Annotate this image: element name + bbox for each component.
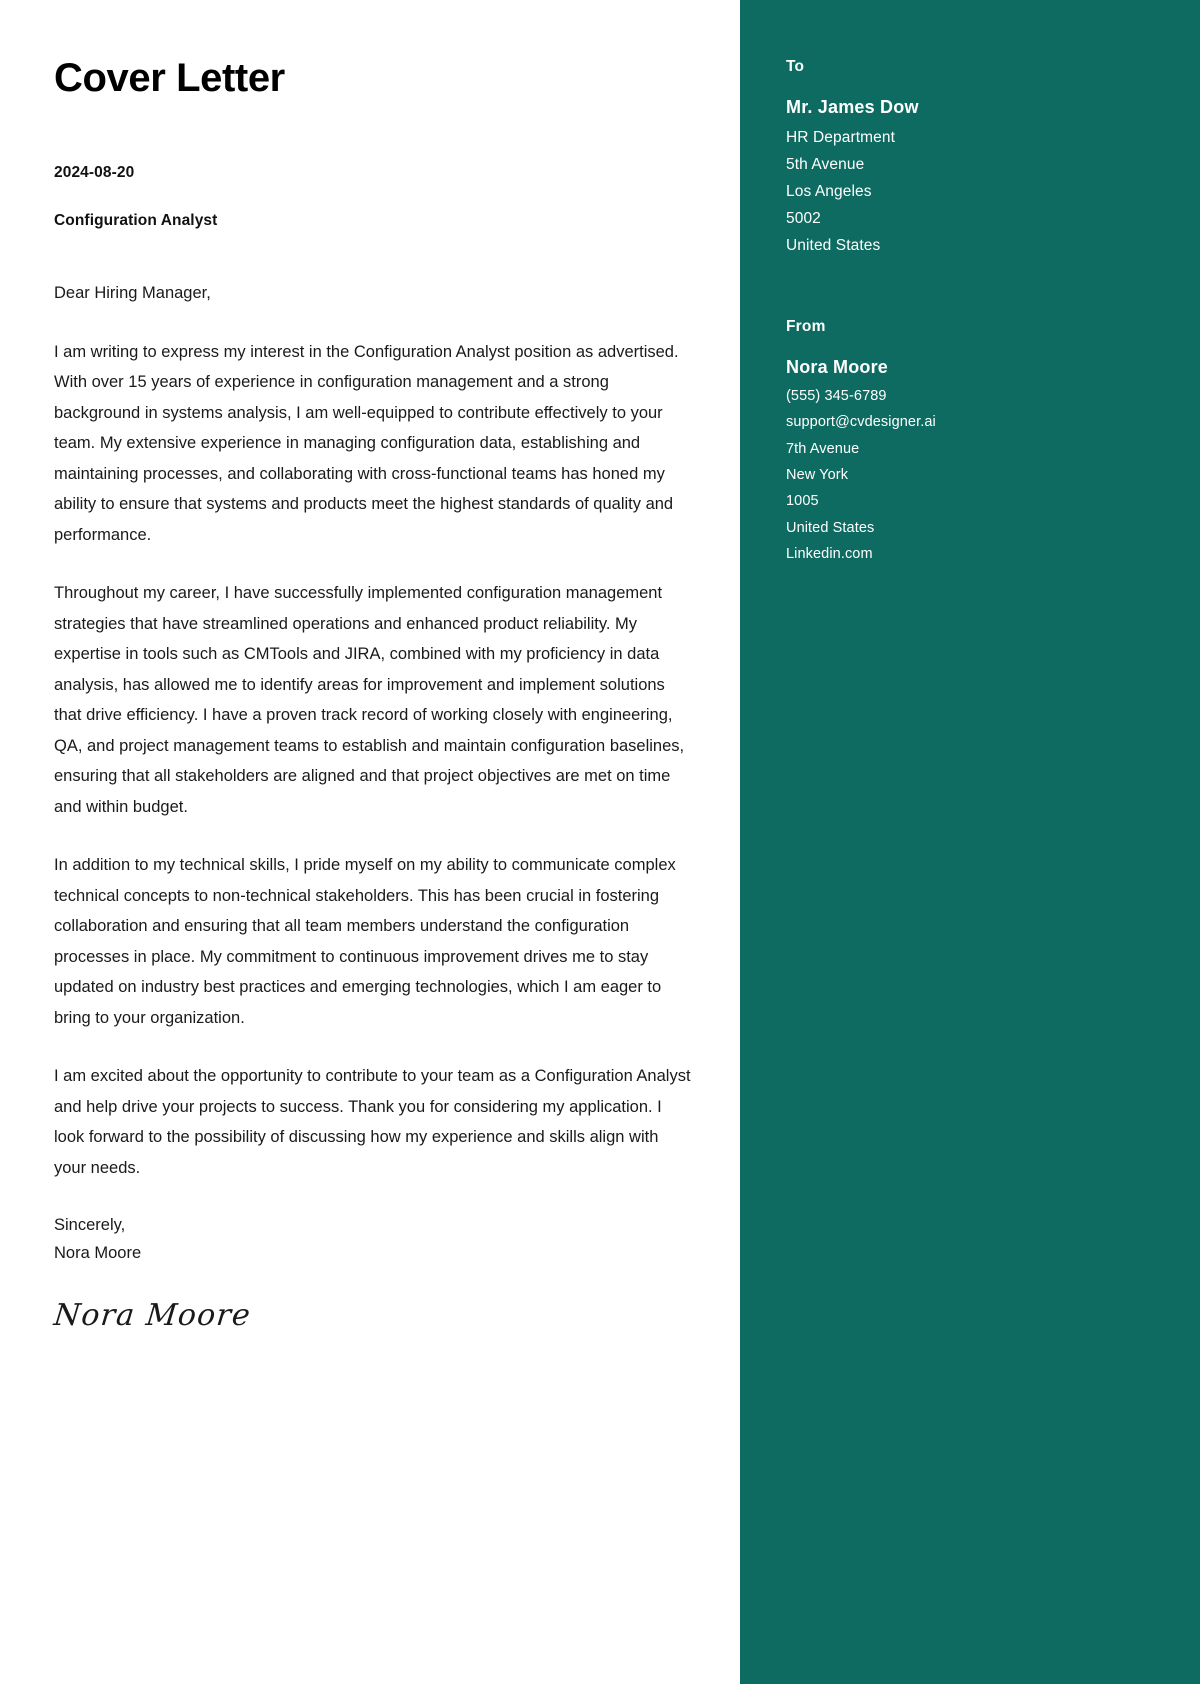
recipient-block: To Mr. James Dow HR Department 5th Avenu… bbox=[786, 58, 1160, 260]
closing-signer-name: Nora Moore bbox=[54, 1244, 142, 1263]
page-title: Cover Letter bbox=[54, 56, 285, 100]
sender-block: From Nora Moore (555) 345-6789 support@c… bbox=[786, 318, 1160, 568]
salutation: Dear Hiring Manager, bbox=[54, 284, 211, 302]
letter-content-column: Cover Letter 2024-08-20 Configuration An… bbox=[0, 0, 740, 1684]
sender-postal-code: 1005 bbox=[786, 493, 819, 510]
recipient-line: Los Angeles bbox=[786, 182, 872, 200]
sender-phone: (555) 345-6789 bbox=[786, 387, 887, 404]
sender-name: Nora Moore bbox=[786, 356, 889, 377]
recipient-heading: To bbox=[786, 58, 805, 75]
closing-block: Sincerely, Nora Moore bbox=[54, 1211, 695, 1267]
recipient-line: HR Department bbox=[786, 129, 895, 146]
recipient-line: 5th Avenue bbox=[786, 155, 865, 173]
closing-salutation: Sincerely, bbox=[54, 1216, 126, 1235]
recipient-line: United States bbox=[786, 236, 881, 254]
body-paragraph: Throughout my career, I have successfull… bbox=[54, 584, 685, 816]
recipient-line: 5002 bbox=[786, 209, 821, 227]
sender-country: United States bbox=[786, 519, 875, 536]
sender-street: 7th Avenue bbox=[786, 440, 860, 457]
job-position-title: Configuration Analyst bbox=[54, 212, 218, 229]
handwritten-signature: Nora Moore bbox=[52, 1297, 253, 1333]
body-paragraph: I am excited about the opportunity to co… bbox=[54, 1067, 691, 1177]
sender-linkedin-link[interactable]: Linkedin.com bbox=[786, 541, 1160, 567]
sender-heading: From bbox=[786, 317, 826, 335]
sender-email[interactable]: support@cvdesigner.ai bbox=[786, 409, 1160, 435]
contact-sidebar: To Mr. James Dow HR Department 5th Avenu… bbox=[740, 0, 1200, 1684]
recipient-name: Mr. James Dow bbox=[786, 97, 919, 117]
cover-letter-page: Cover Letter 2024-08-20 Configuration An… bbox=[0, 0, 1200, 1684]
sender-city: New York bbox=[786, 466, 849, 483]
letter-date: 2024-08-20 bbox=[54, 164, 135, 181]
body-paragraph: I am writing to express my interest in t… bbox=[54, 342, 679, 544]
body-paragraph: In addition to my technical skills, I pr… bbox=[54, 856, 676, 1027]
